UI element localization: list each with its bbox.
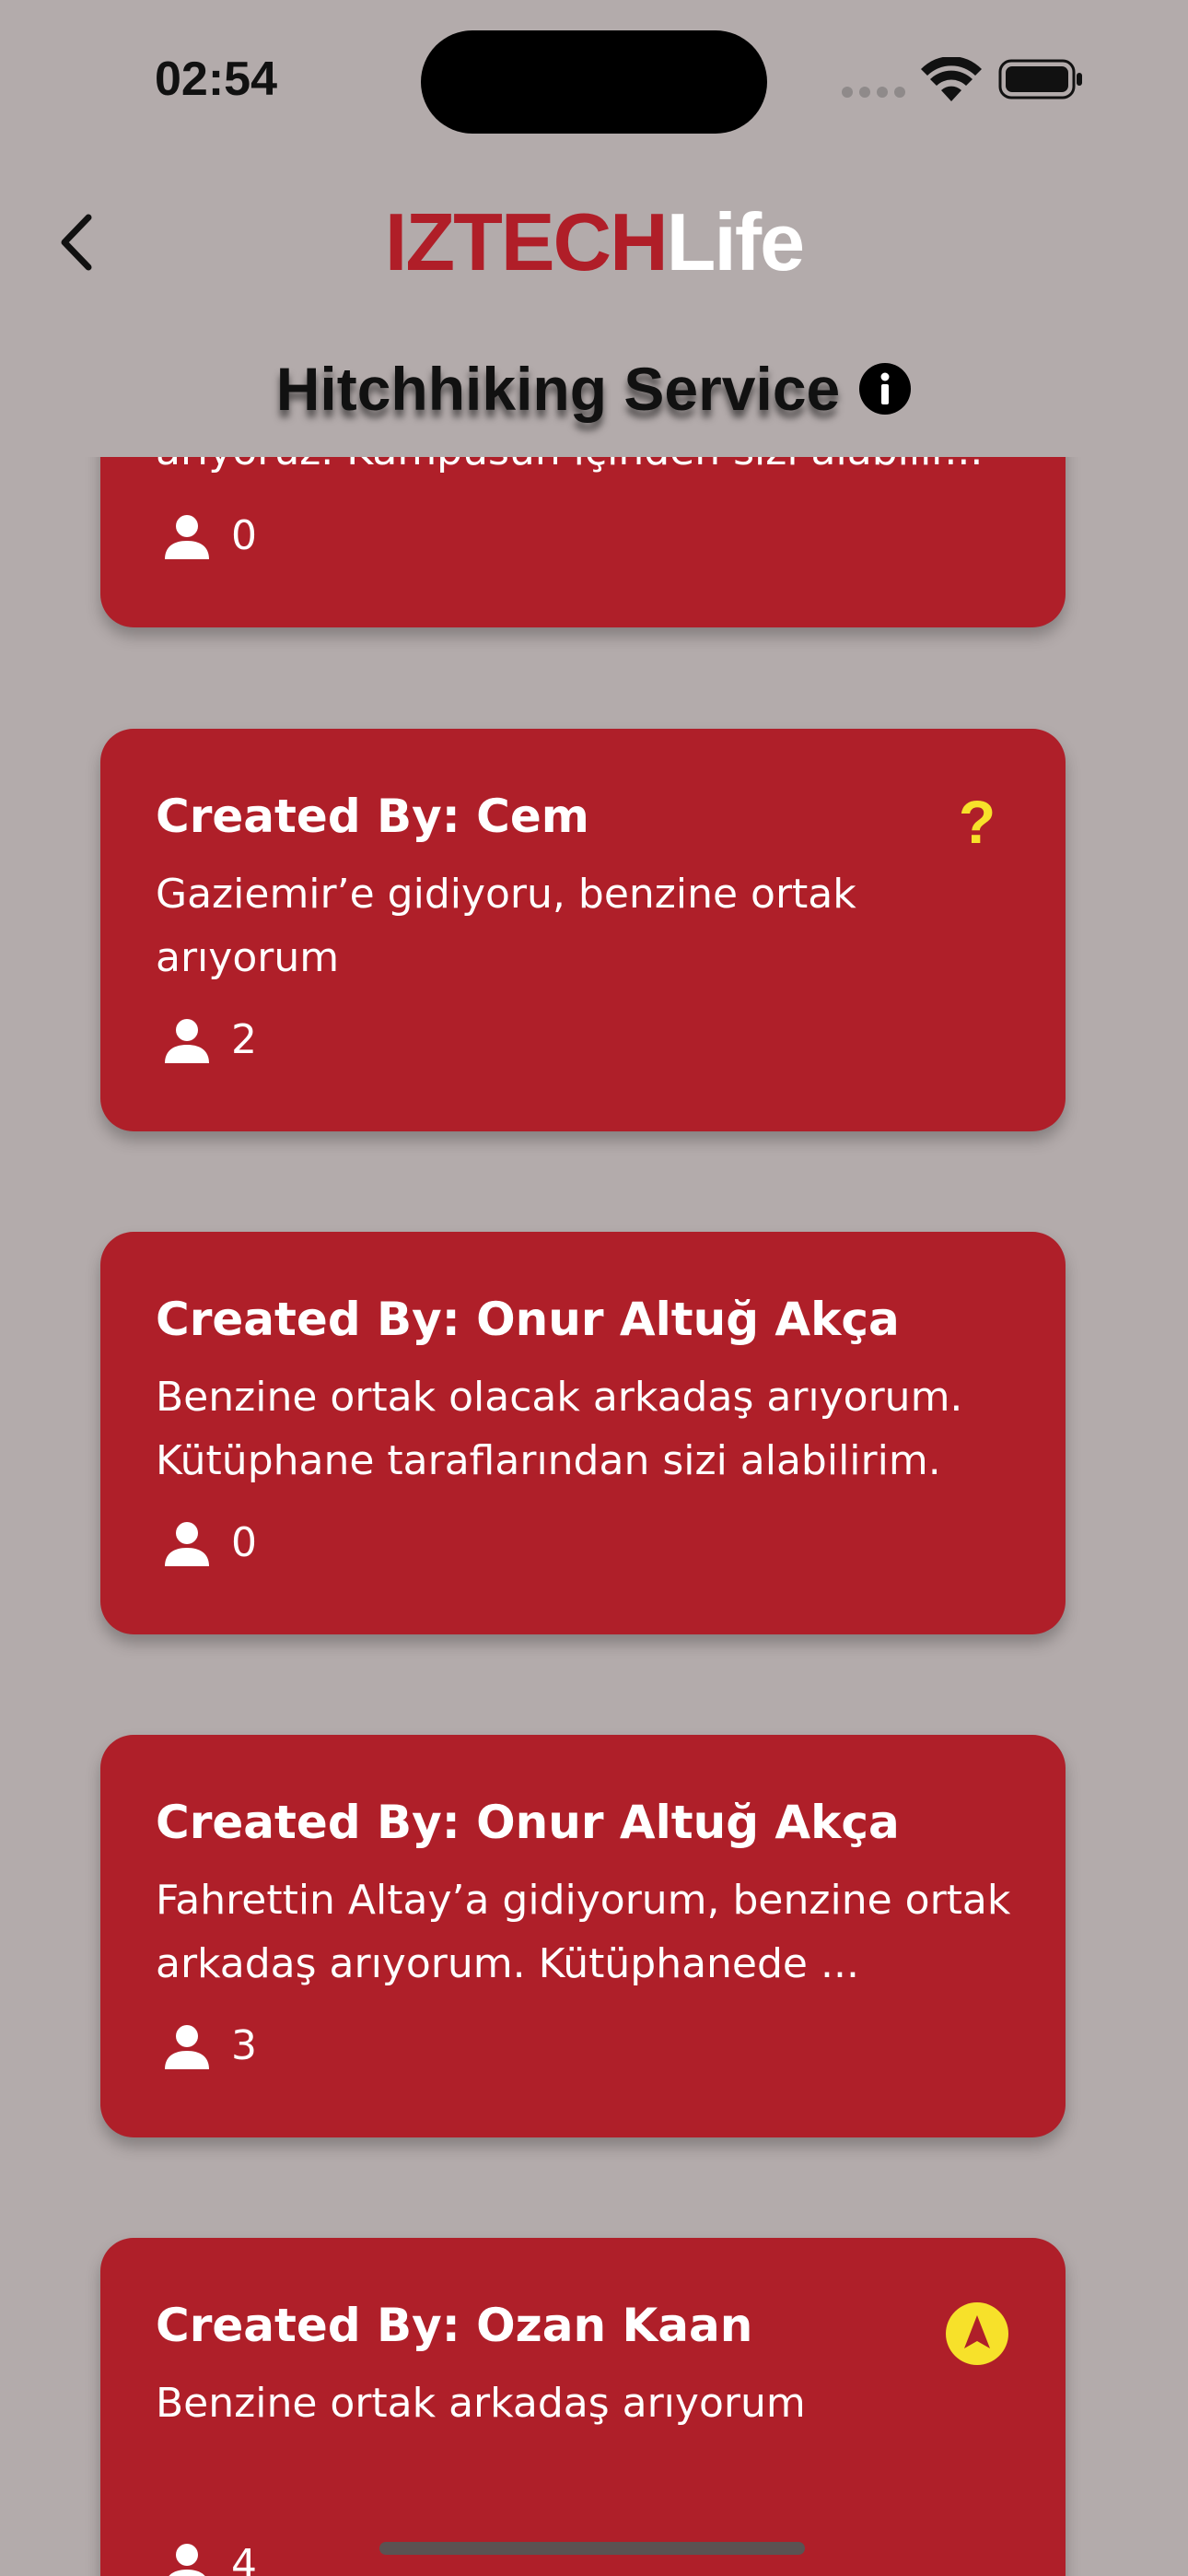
person-icon	[165, 1019, 209, 1063]
app-logo: IZTECHLife	[0, 195, 1188, 289]
post-card[interactable]: Created By: Onur Altuğ Akça Benzine orta…	[100, 1232, 1066, 1634]
passenger-count: 4	[231, 2541, 257, 2576]
dynamic-island	[421, 30, 767, 134]
passenger-count: 0	[231, 512, 257, 559]
post-description: Benzine ortak olacak arkadaş arıyorum. K…	[156, 1374, 963, 1484]
hitchhiking-post-list[interactable]: arıyoruz. Kampüsün içinden sizi alabilir…	[0, 457, 1188, 2576]
post-card[interactable]: Created By: Onur Altuğ Akça Fahrettin Al…	[100, 1735, 1066, 2137]
post-description: Fahrettin Altay’a gidiyorum, benzine ort…	[156, 1877, 1011, 1987]
post-card[interactable]: Created By: Cem ? Gaziemir’e gidiyoru, b…	[100, 729, 1066, 1131]
page-title-row: Hitchhiking Service	[0, 354, 1188, 424]
post-title: Created By: Cem	[156, 790, 589, 843]
cellular-signal-icon	[842, 87, 906, 98]
post-card[interactable]: Created By: Ozan Kaan Benzine ortak arka…	[100, 2238, 1066, 2576]
post-description: Gaziemir’e gidiyoru, benzine ortak arıyo…	[156, 871, 856, 981]
info-icon[interactable]	[858, 362, 912, 416]
person-icon	[165, 1522, 209, 1566]
person-icon	[165, 515, 209, 559]
navigation-arrow-icon	[946, 2302, 1008, 2365]
person-icon	[165, 2025, 209, 2069]
passenger-count: 3	[231, 2022, 257, 2069]
passenger-count: 0	[231, 1519, 257, 1566]
logo-iztech: IZTECH	[384, 196, 669, 287]
post-card[interactable]: arıyoruz. Kampüsün içinden sizi alabilir…	[100, 457, 1066, 627]
passenger-count: 2	[231, 1016, 257, 1063]
home-indicator[interactable]	[379, 2542, 805, 2555]
post-title: Created By: Onur Altuğ Akça	[156, 1796, 900, 1849]
battery-icon	[998, 59, 1082, 100]
wifi-icon	[921, 57, 982, 101]
post-title: Created By: Onur Altuğ Akça	[156, 1293, 900, 1346]
status-time: 02:54	[155, 53, 277, 106]
logo-life: Life	[666, 196, 805, 287]
post-title: Created By: Ozan Kaan	[156, 2299, 753, 2352]
question-mark-icon: ?	[958, 788, 996, 856]
post-description: arıyoruz. Kampüsün içinden sizi alabilir…	[156, 457, 1021, 483]
page-title: Hitchhiking Service	[275, 355, 841, 423]
person-icon	[169, 2544, 205, 2576]
post-description: Benzine ortak arkadaş arıyorum	[156, 2380, 806, 2427]
